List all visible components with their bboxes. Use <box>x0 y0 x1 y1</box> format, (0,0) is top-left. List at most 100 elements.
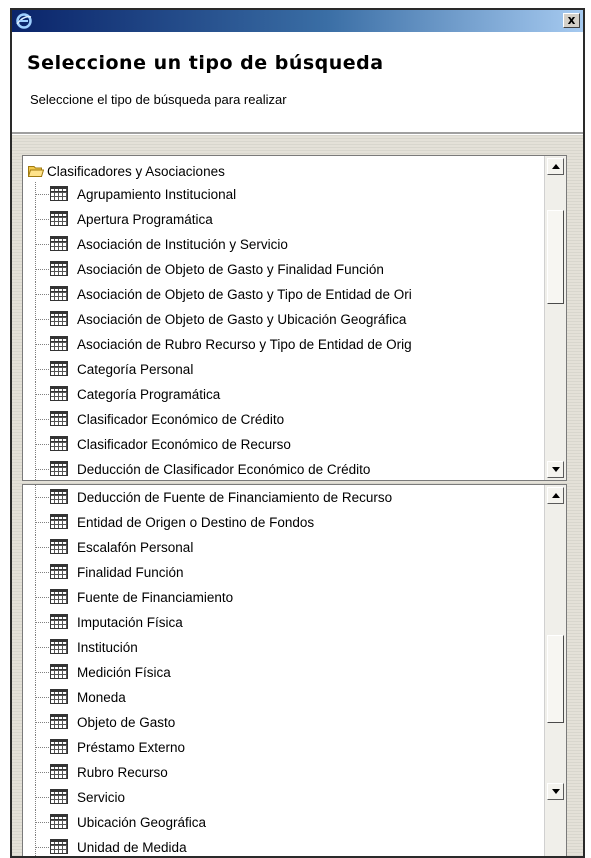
tree-item[interactable]: Clasificador Económico de Crédito <box>23 407 544 432</box>
tree-item[interactable]: Préstamo Externo <box>23 735 544 760</box>
dialog-body: Clasificadores y Asociaciones Agrupamien… <box>12 135 583 856</box>
tree-item-label: Categoría Programática <box>77 387 221 402</box>
table-icon <box>50 614 68 629</box>
table-icon <box>50 639 68 654</box>
tree-item[interactable]: Servicio <box>23 785 544 810</box>
table-icon <box>50 186 68 201</box>
tree-connector <box>35 194 49 195</box>
tree-connector <box>35 572 49 573</box>
table-icon <box>50 311 68 326</box>
tree-connector <box>35 697 49 698</box>
tree-item[interactable]: Asociación de Institución y Servicio <box>23 232 544 257</box>
tree-root-label: Clasificadores y Asociaciones <box>47 164 225 179</box>
tree-item[interactable]: Apertura Programática <box>23 207 544 232</box>
table-icon <box>50 461 68 476</box>
table-icon <box>50 739 68 754</box>
tree-connector <box>35 344 49 345</box>
tree-connector <box>35 597 49 598</box>
scroll-thumb[interactable] <box>547 635 564 723</box>
tree-item[interactable]: Asociación de Rubro Recurso y Tipo de En… <box>23 332 544 357</box>
tree-connector <box>35 394 49 395</box>
table-icon <box>50 789 68 804</box>
tree-item[interactable]: Unidad de Medida <box>23 835 544 856</box>
title-bar: x <box>12 10 583 32</box>
tree-connector <box>35 822 49 823</box>
vertical-scrollbar[interactable] <box>544 156 566 480</box>
close-button[interactable]: x <box>563 13 580 28</box>
tree-item-label: Fuente de Financiamiento <box>77 590 234 605</box>
tree-root[interactable]: Clasificadores y Asociaciones <box>23 160 544 182</box>
table-icon <box>50 261 68 276</box>
tree-item-label: Asociación de Rubro Recurso y Tipo de En… <box>77 337 412 352</box>
tree-item-label: Asociación de Objeto de Gasto y Ubicació… <box>77 312 407 327</box>
ie-icon <box>16 13 32 29</box>
tree-item-label: Clasificador Económico de Recurso <box>77 437 291 452</box>
vertical-scrollbar-2[interactable] <box>544 485 566 856</box>
table-icon <box>50 564 68 579</box>
dialog-header: Seleccione un tipo de búsqueda Seleccion… <box>12 32 583 132</box>
table-icon <box>50 411 68 426</box>
tree-item-label: Agrupamiento Institucional <box>77 187 237 202</box>
tree-item-label: Apertura Programática <box>77 212 213 227</box>
tree-item[interactable]: Ubicación Geográfica <box>23 810 544 835</box>
table-icon <box>50 514 68 529</box>
tree-item-label: Asociación de Objeto de Gasto y Tipo de … <box>77 287 412 302</box>
tree-item[interactable]: Categoría Personal <box>23 357 544 382</box>
tree-connector <box>35 672 49 673</box>
tree-connector <box>35 244 49 245</box>
tree-item-label: Deducción de Fuente de Financiamiento de… <box>77 490 393 505</box>
tree-item[interactable]: Institución <box>23 635 544 660</box>
tree-connector <box>35 219 49 220</box>
tree-item[interactable]: Categoría Programática <box>23 382 544 407</box>
folder-open-icon <box>28 166 44 177</box>
table-icon <box>50 714 68 729</box>
tree-item[interactable]: Asociación de Objeto de Gasto y Finalida… <box>23 257 544 282</box>
tree-item[interactable]: Finalidad Función <box>23 560 544 585</box>
tree-item[interactable]: Asociación de Objeto de Gasto y Ubicació… <box>23 307 544 332</box>
table-icon <box>50 211 68 226</box>
table-icon <box>50 814 68 829</box>
table-icon <box>50 361 68 376</box>
scroll-down-button[interactable] <box>547 461 564 478</box>
tree-item[interactable]: Moneda <box>23 685 544 710</box>
table-icon <box>50 839 68 854</box>
tree-item[interactable]: Entidad de Origen o Destino de Fondos <box>23 510 544 535</box>
table-icon <box>50 236 68 251</box>
tree-item[interactable]: Agrupamiento Institucional <box>23 182 544 207</box>
table-icon <box>50 539 68 554</box>
tree-item-label: Institución <box>77 640 138 655</box>
tree-item-label: Asociación de Institución y Servicio <box>77 237 288 252</box>
tree-item[interactable]: Deducción de Fuente de Financiamiento de… <box>23 485 544 510</box>
tree-view-scrolled[interactable]: Deducción de Fuente de Financiamiento de… <box>23 485 544 856</box>
tree-item[interactable]: Medición Física <box>23 660 544 685</box>
tree-item-label: Categoría Personal <box>77 362 194 377</box>
tree-view[interactable]: Clasificadores y Asociaciones Agrupamien… <box>23 156 544 480</box>
scroll-up-button[interactable] <box>547 158 564 175</box>
tree-connector <box>35 469 49 470</box>
tree-item[interactable]: Rubro Recurso <box>23 760 544 785</box>
tree-connector <box>35 547 49 548</box>
tree-item-label: Escalafón Personal <box>77 540 194 555</box>
tree-connector <box>35 722 49 723</box>
tree-item[interactable]: Asociación de Objeto de Gasto y Tipo de … <box>23 282 544 307</box>
scroll-down-button[interactable] <box>547 783 564 800</box>
tree-connector <box>35 319 49 320</box>
tree-item[interactable]: Clasificador Económico de Recurso <box>23 432 544 457</box>
table-icon <box>50 336 68 351</box>
tree-item[interactable]: Imputación Física <box>23 610 544 635</box>
tree-item-label: Ubicación Geográfica <box>77 815 207 830</box>
page-subtitle: Seleccione el tipo de búsqueda para real… <box>30 92 287 107</box>
scroll-up-button[interactable] <box>547 487 564 504</box>
tree-item-label: Finalidad Función <box>77 565 184 580</box>
tree-item[interactable]: Objeto de Gasto <box>23 710 544 735</box>
tree-connector <box>35 269 49 270</box>
tree-item-label: Objeto de Gasto <box>77 715 176 730</box>
tree-item[interactable]: Fuente de Financiamiento <box>23 585 544 610</box>
table-icon <box>50 436 68 451</box>
tree-connector <box>35 419 49 420</box>
tree-item[interactable]: Escalafón Personal <box>23 535 544 560</box>
tree-item[interactable]: Deducción de Clasificador Económico de C… <box>23 457 544 480</box>
tree-item-label: Servicio <box>77 790 126 805</box>
scroll-thumb[interactable] <box>547 210 564 304</box>
table-icon <box>50 764 68 779</box>
